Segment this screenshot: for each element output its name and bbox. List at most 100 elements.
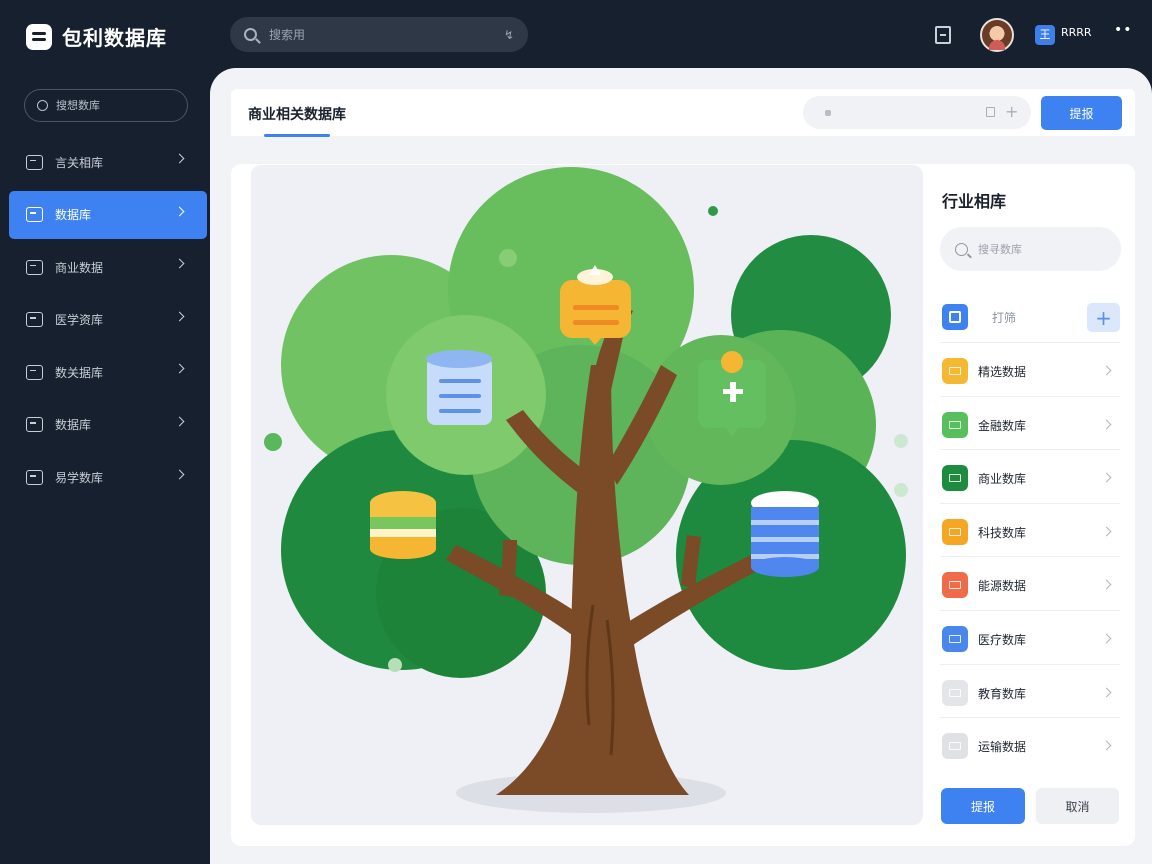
- global-search[interactable]: ↯: [230, 17, 528, 52]
- category-icon: [942, 358, 968, 384]
- list-item-label: 教育数库: [978, 686, 1027, 701]
- chevron-right-icon: [174, 311, 185, 322]
- sidebar-item-3[interactable]: 医学资库: [9, 296, 207, 344]
- sidebar-item-label: 数关据库: [55, 365, 104, 380]
- sidebar-item-0[interactable]: 言关相库: [9, 138, 207, 186]
- list-item[interactable]: 金融数库: [940, 395, 1120, 450]
- plus-icon[interactable]: +: [1005, 102, 1018, 121]
- sidebar-item-6[interactable]: 易学数库: [9, 454, 207, 502]
- chevron-right-icon: [1101, 740, 1112, 751]
- monitor-icon: [26, 417, 43, 433]
- header-filter-field[interactable]: +: [803, 96, 1031, 129]
- document-icon[interactable]: [935, 26, 951, 44]
- top-bar: 包利数据库 ↯ 王 RRRR ••: [0, 0, 1152, 70]
- database-tree-illustration: [264, 167, 908, 813]
- decor-dot: [388, 658, 402, 672]
- chevron-right-icon: [1101, 526, 1112, 537]
- chevron-right-icon: [174, 153, 185, 164]
- filter-label[interactable]: 打筛: [992, 309, 1016, 326]
- user-name[interactable]: RRRR: [1061, 26, 1092, 39]
- cancel-button[interactable]: 取消: [1036, 788, 1119, 824]
- content-header: 商业相关数据库 + 提报: [231, 89, 1135, 137]
- search-icon: [37, 100, 48, 111]
- tree-illustration: [251, 165, 923, 825]
- decor-dot: [894, 483, 908, 497]
- app-logo[interactable]: 包利数据库: [26, 22, 167, 51]
- decor-dot: [499, 249, 517, 267]
- list-item[interactable]: 教育数库: [940, 663, 1120, 718]
- sidebar-item-5[interactable]: 数据库: [9, 401, 207, 449]
- document-icon[interactable]: [986, 107, 995, 117]
- chevron-right-icon: [1101, 365, 1112, 376]
- category-icon: [942, 465, 968, 492]
- sidebar-search-input[interactable]: [56, 99, 176, 112]
- add-database-card-icon: [698, 351, 766, 436]
- list-item-label: 精选数据: [978, 365, 1027, 379]
- database-icon: [26, 207, 43, 223]
- database-logo-icon: [26, 23, 52, 50]
- list-item[interactable]: 商业数库: [940, 449, 1120, 503]
- voice-icon[interactable]: ↯: [504, 28, 514, 42]
- list-item-label: 运输数据: [978, 740, 1027, 755]
- list-item[interactable]: 能源数据: [940, 556, 1120, 610]
- list-item-label: 商业数库: [978, 472, 1027, 487]
- confirm-button[interactable]: 提报: [941, 788, 1025, 824]
- list-item[interactable]: 医疗数库: [940, 609, 1120, 664]
- category-icon: [942, 679, 968, 706]
- panel-search[interactable]: [940, 227, 1121, 271]
- sidebar-item-1[interactable]: 数据库: [9, 190, 207, 239]
- list-item-label: 能源数据: [978, 579, 1027, 594]
- tab-business-databases[interactable]: 商业相关数据库: [248, 104, 346, 124]
- search-icon: [244, 28, 257, 41]
- category-icon: [942, 625, 968, 652]
- chevron-right-icon: [174, 258, 185, 269]
- panel-title: 行业相库: [942, 192, 1007, 211]
- building-icon: [26, 154, 43, 170]
- wallet-icon: [26, 259, 43, 275]
- category-list: 精选数据 金融数库 商业数库 科技数库 能源数据 医疗数库 教育数库 运输数据: [940, 342, 1120, 771]
- chevron-right-icon: [1101, 687, 1112, 698]
- sidebar-item-label: 医学资库: [55, 313, 104, 328]
- filter-icon[interactable]: [942, 304, 968, 330]
- category-icon: [942, 572, 968, 599]
- main-panel: 商业相关数据库 + 提报 行业相库 搜寻数库 打筛 + 精选数据 金融数库 商业…: [210, 68, 1152, 864]
- sidebar-item-label: 商业数据: [55, 260, 104, 275]
- more-options-icon[interactable]: ••: [1114, 22, 1133, 38]
- add-category-button[interactable]: +: [1087, 303, 1120, 332]
- sidebar-item-label: 易学数库: [55, 471, 104, 486]
- chevron-right-icon: [1101, 633, 1112, 644]
- list-item-label: 金融数库: [978, 418, 1027, 433]
- chevron-right-icon: [174, 416, 185, 427]
- category-icon: [942, 411, 968, 438]
- sidebar-nav: 言关相库 数据库 商业数据 医学资库 数关据库 数据库 易学数库: [9, 138, 207, 506]
- list-item[interactable]: 运输数据: [940, 717, 1120, 771]
- submit-button[interactable]: 提报: [1041, 96, 1122, 130]
- global-search-input[interactable]: [269, 27, 504, 42]
- chevron-right-icon: [174, 469, 185, 480]
- list-item-label: 医疗数库: [978, 632, 1027, 647]
- list-item[interactable]: 科技数库: [940, 502, 1120, 557]
- card-icon: [26, 364, 43, 380]
- chevron-right-icon: [1101, 472, 1112, 483]
- database-stack-icon: [751, 491, 819, 577]
- sidebar-search[interactable]: [24, 89, 188, 122]
- chevron-right-icon: [1101, 419, 1112, 430]
- list-item[interactable]: 精选数据: [940, 342, 1120, 396]
- search-icon: [955, 242, 968, 256]
- sidebar-item-4[interactable]: 数关据库: [9, 348, 207, 396]
- category-panel: 行业相库 打筛 + 精选数据 金融数库 商业数库: [924, 165, 1135, 845]
- chevron-right-icon: [174, 206, 185, 217]
- decor-dot: [894, 434, 908, 448]
- decor-dot: [708, 206, 718, 216]
- chevron-right-icon: [1101, 579, 1112, 590]
- panel-search-input[interactable]: [978, 242, 1108, 256]
- chevron-right-icon: [174, 363, 185, 374]
- filter-row: 打筛 +: [942, 302, 1120, 334]
- sidebar-item-2[interactable]: 商业数据: [9, 243, 207, 291]
- avatar[interactable]: [980, 18, 1014, 52]
- bullet-icon: [825, 110, 831, 116]
- app-title: 包利数据库: [62, 26, 167, 50]
- database-stack-icon: [370, 491, 436, 559]
- user-badge-icon[interactable]: 王: [1035, 25, 1055, 45]
- sidebar-item-label: 言关相库: [55, 155, 104, 170]
